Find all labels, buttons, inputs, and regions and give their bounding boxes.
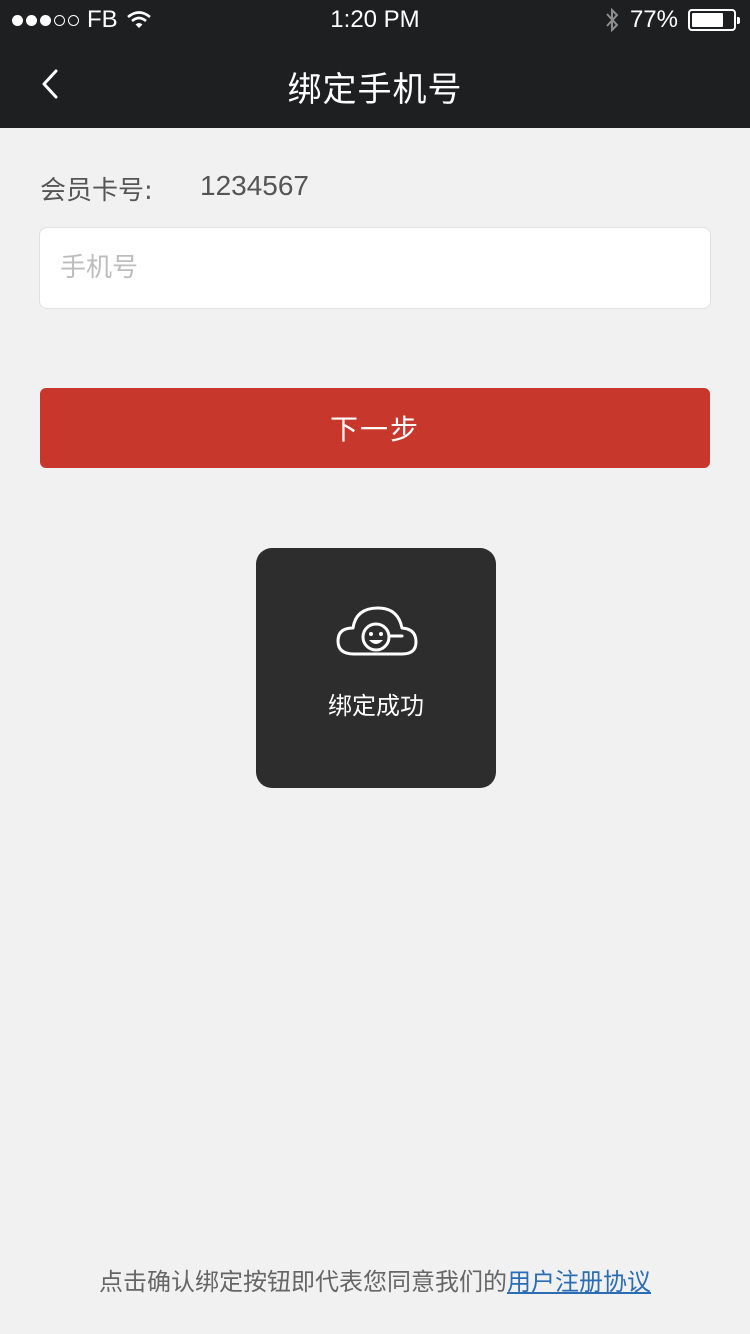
top-bar: FB 1:20 PM 77% 绑定手机号 — [0, 0, 750, 128]
smiling-cloud-icon — [336, 606, 418, 656]
phone-input[interactable] — [39, 227, 711, 309]
bluetooth-icon — [606, 7, 619, 33]
member-card-label: 会员卡号: — [40, 176, 153, 206]
battery-percent: 77% — [629, 6, 678, 33]
battery-icon — [688, 9, 740, 31]
footer-text: 点击确认绑定按钮即代表您同意我们的 — [99, 1268, 507, 1296]
user-agreement-link[interactable]: 用户注册协议 — [507, 1268, 651, 1296]
member-card-row: 会员卡号: 1234567 — [40, 170, 309, 207]
success-toast: 绑定成功 — [256, 548, 496, 788]
page-title: 绑定手机号 — [287, 70, 463, 110]
member-card-number: 1234567 — [200, 170, 310, 201]
nav-bar: 绑定手机号 — [0, 40, 750, 128]
next-step-button[interactable]: 下一步 — [40, 388, 710, 468]
status-bar: FB 1:20 PM 77% — [0, 0, 750, 40]
footer-agreement: 点击确认绑定按钮即代表您同意我们的用户注册协议 — [0, 1262, 750, 1297]
toast-message: 绑定成功 — [328, 692, 424, 720]
battery-fill — [692, 13, 723, 27]
status-right: 77% — [604, 6, 740, 34]
